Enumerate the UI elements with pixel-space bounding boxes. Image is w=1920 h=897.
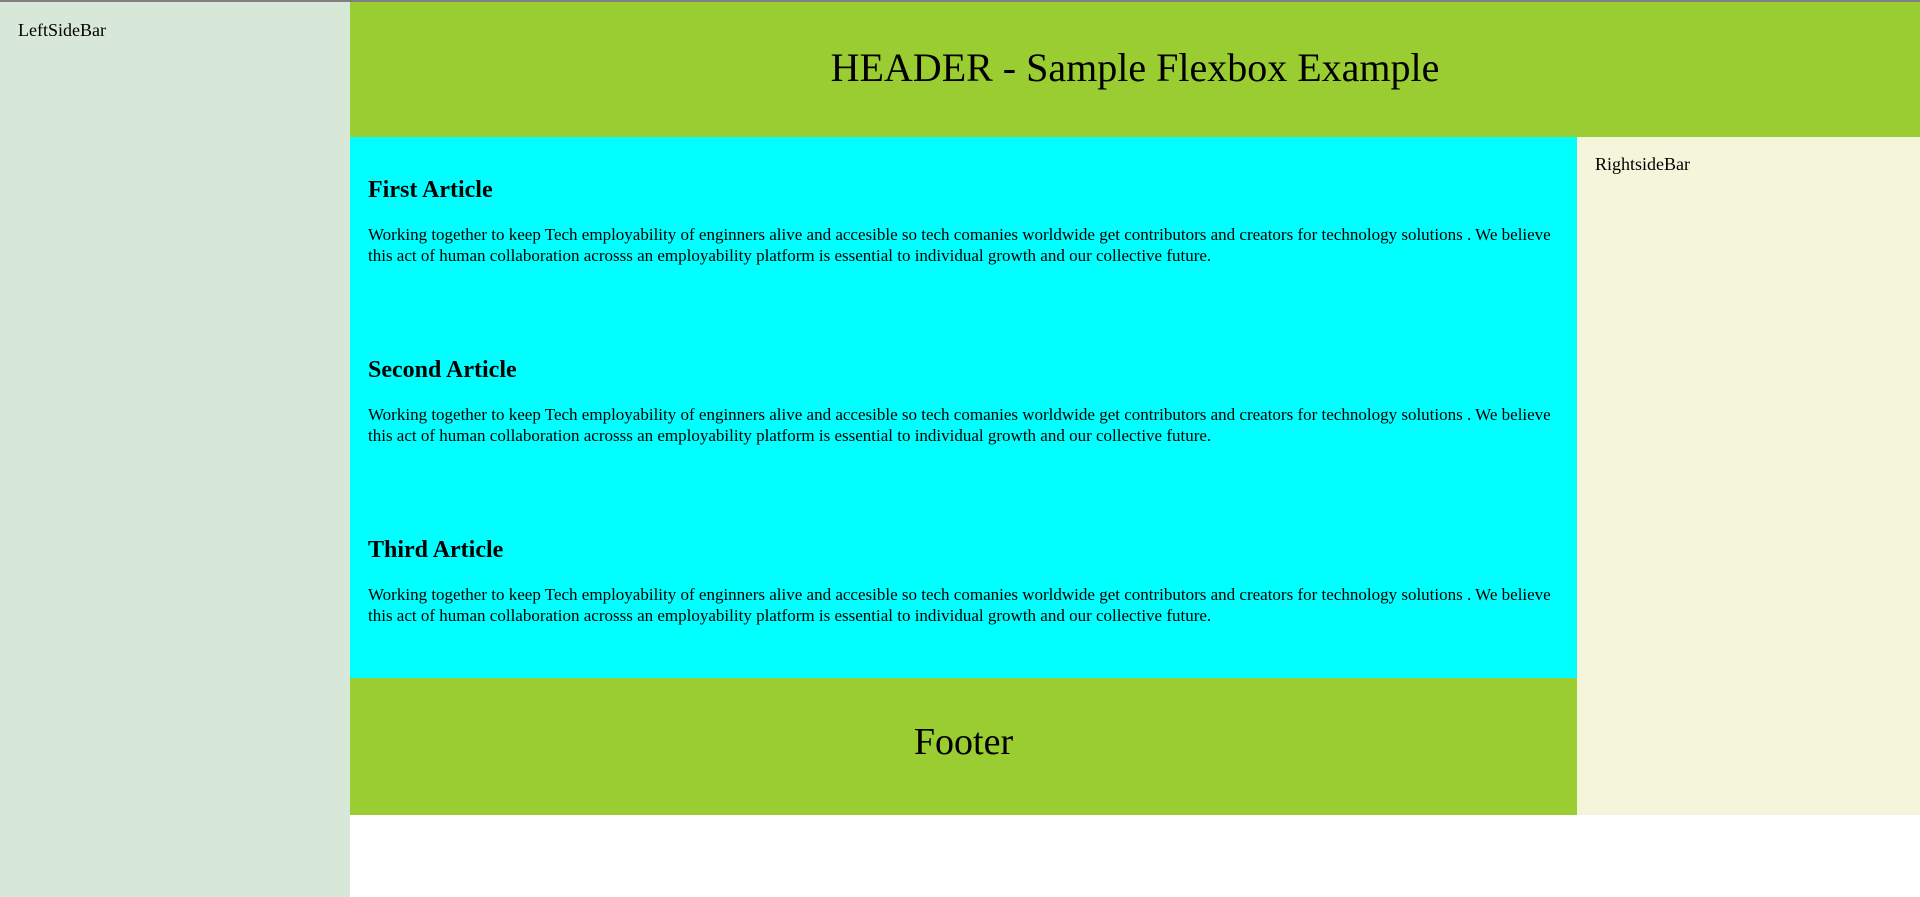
article-title: Third Article <box>368 537 504 563</box>
article-title: First Article <box>368 177 493 203</box>
page-footer: Footer <box>350 678 1577 815</box>
page-header: HEADER - Sample Flexbox Example <box>350 2 1920 137</box>
left-sidebar: LeftSideBar <box>0 2 350 897</box>
article-title: Second Article <box>368 357 517 383</box>
right-sidebar-label: RightsideBar <box>1595 154 1690 174</box>
article-body: Working together to keep Tech employabil… <box>368 225 1551 265</box>
page-title: HEADER - Sample Flexbox Example <box>830 45 1440 90</box>
article-first: First Article Working together to keep T… <box>368 177 1563 266</box>
footer-label: Footer <box>913 720 1014 763</box>
article-body: Working together to keep Tech employabil… <box>368 405 1551 445</box>
article-third: Third Article Working together to keep T… <box>368 537 1563 626</box>
left-sidebar-label: LeftSideBar <box>18 20 106 40</box>
right-sidebar: RightsideBar <box>1577 137 1920 815</box>
main-content: First Article Working together to keep T… <box>350 137 1577 678</box>
article-second: Second Article Working together to keep … <box>368 357 1563 446</box>
article-body: Working together to keep Tech employabil… <box>368 585 1551 625</box>
